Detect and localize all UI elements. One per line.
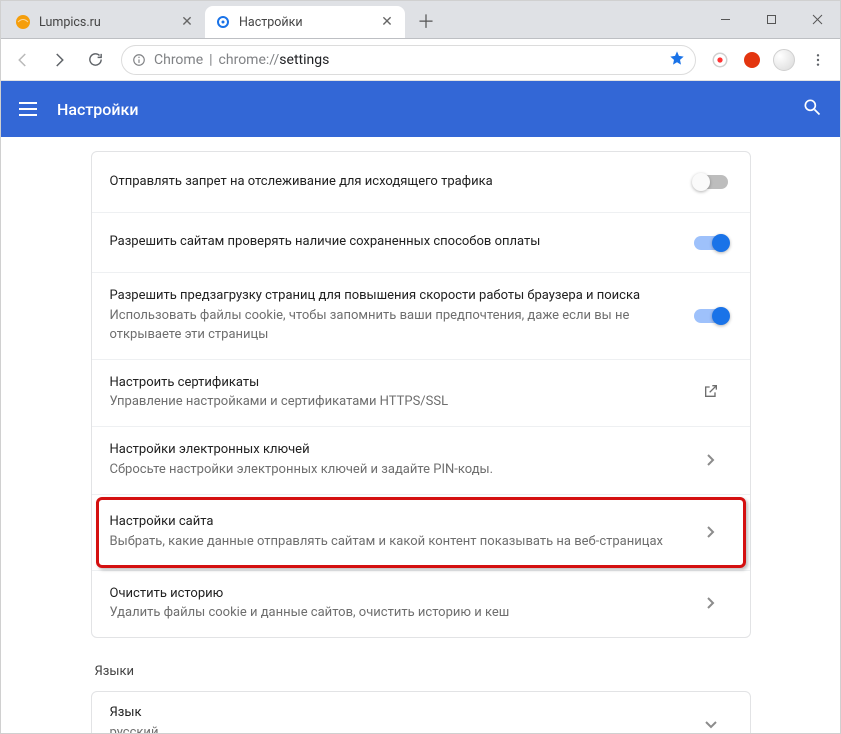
gear-icon — [215, 14, 231, 30]
external-link-icon — [703, 383, 719, 403]
row-title: Разрешить предзагрузку страниц для повыш… — [110, 287, 690, 306]
tab-title: Настройки — [239, 15, 379, 30]
section-languages-heading: Языки — [91, 664, 751, 679]
info-icon — [132, 53, 146, 67]
minimize-button[interactable] — [702, 4, 748, 36]
address-bar[interactable]: Chrome | chrome://settings — [121, 45, 696, 75]
chevron-down-icon — [705, 714, 717, 733]
row-security-keys[interactable]: Настройки электронных ключей Сбросьте на… — [92, 426, 750, 494]
row-subtitle: Выбрать, какие данные отправлять сайтам … — [110, 533, 690, 552]
settings-content: Отправлять запрет на отслеживание для ис… — [1, 137, 840, 733]
bookmark-star-icon[interactable] — [669, 50, 685, 70]
toggle-on-icon[interactable] — [694, 309, 728, 323]
omnibox-url-path: settings — [279, 52, 329, 68]
privacy-card: Отправлять запрет на отслеживание для ис… — [91, 151, 751, 638]
row-title: Отправлять запрет на отслеживание для ис… — [110, 173, 690, 192]
row-clear-browsing-data[interactable]: Очистить историю Удалить файлы cookie и … — [92, 570, 750, 638]
hamburger-icon[interactable] — [19, 99, 39, 119]
close-icon[interactable]: ✕ — [379, 14, 395, 30]
languages-card: Язык русский — [91, 691, 751, 733]
close-window-button[interactable] — [794, 4, 840, 36]
extension-opera-icon[interactable] — [738, 46, 766, 74]
row-title: Очистить историю — [110, 585, 690, 604]
row-subtitle: Сбросьте настройки электронных ключей и … — [110, 461, 690, 480]
settings-title: Настройки — [57, 100, 138, 119]
profile-avatar[interactable] — [770, 46, 798, 74]
chevron-right-icon — [707, 451, 715, 470]
row-title: Настройки сайта — [110, 513, 690, 532]
row-subtitle: Управление настройками и сертификатами H… — [110, 393, 690, 412]
row-site-settings[interactable]: Настройки сайта Выбрать, какие данные от… — [92, 494, 750, 570]
row-payment-methods[interactable]: Разрешить сайтам проверять наличие сохра… — [92, 212, 750, 272]
omnibox-url-prefix: chrome:// — [219, 52, 280, 68]
tab-settings[interactable]: Настройки ✕ — [205, 6, 405, 38]
orange-dot-icon — [15, 14, 31, 30]
tab-title: Lumpics.ru — [39, 15, 179, 30]
new-tab-button[interactable]: ＋ — [411, 6, 441, 36]
close-icon[interactable]: ✕ — [179, 14, 195, 30]
tab-strip: Lumpics.ru ✕ Настройки ✕ ＋ — [1, 1, 702, 38]
extension-yandex-icon[interactable] — [706, 46, 734, 74]
back-button[interactable] — [7, 44, 39, 76]
row-title: Разрешить сайтам проверять наличие сохра… — [110, 233, 690, 252]
forward-button[interactable] — [43, 44, 75, 76]
row-title: Язык — [110, 704, 690, 723]
window-titlebar: Lumpics.ru ✕ Настройки ✕ ＋ — [1, 1, 840, 39]
omnibox-separator: | — [203, 52, 218, 68]
search-icon[interactable] — [802, 97, 822, 121]
toggle-on-icon[interactable] — [694, 236, 728, 250]
window-controls — [702, 1, 840, 38]
row-do-not-track[interactable]: Отправлять запрет на отслеживание для ис… — [92, 152, 750, 212]
tab-lumpics[interactable]: Lumpics.ru ✕ — [5, 6, 205, 38]
reload-button[interactable] — [79, 44, 111, 76]
maximize-button[interactable] — [748, 4, 794, 36]
row-manage-certificates[interactable]: Настроить сертификаты Управление настрой… — [92, 359, 750, 427]
row-title: Настроить сертификаты — [110, 374, 690, 393]
row-subtitle: Использовать файлы cookie, чтобы запомни… — [110, 307, 690, 345]
chevron-right-icon — [707, 523, 715, 542]
row-subtitle: Удалить файлы cookie и данные сайтов, оч… — [110, 604, 690, 623]
omnibox-host: Chrome — [154, 52, 203, 68]
row-preload-pages[interactable]: Разрешить предзагрузку страниц для повыш… — [92, 272, 750, 359]
chevron-right-icon — [707, 594, 715, 613]
row-language[interactable]: Язык русский — [92, 692, 750, 733]
row-title: Настройки электронных ключей — [110, 441, 690, 460]
browser-toolbar: Chrome | chrome://settings — [1, 39, 840, 81]
toggle-off-icon[interactable] — [694, 175, 728, 189]
menu-button[interactable] — [802, 44, 834, 76]
row-subtitle: русский — [110, 724, 690, 733]
settings-header: Настройки — [1, 81, 840, 137]
